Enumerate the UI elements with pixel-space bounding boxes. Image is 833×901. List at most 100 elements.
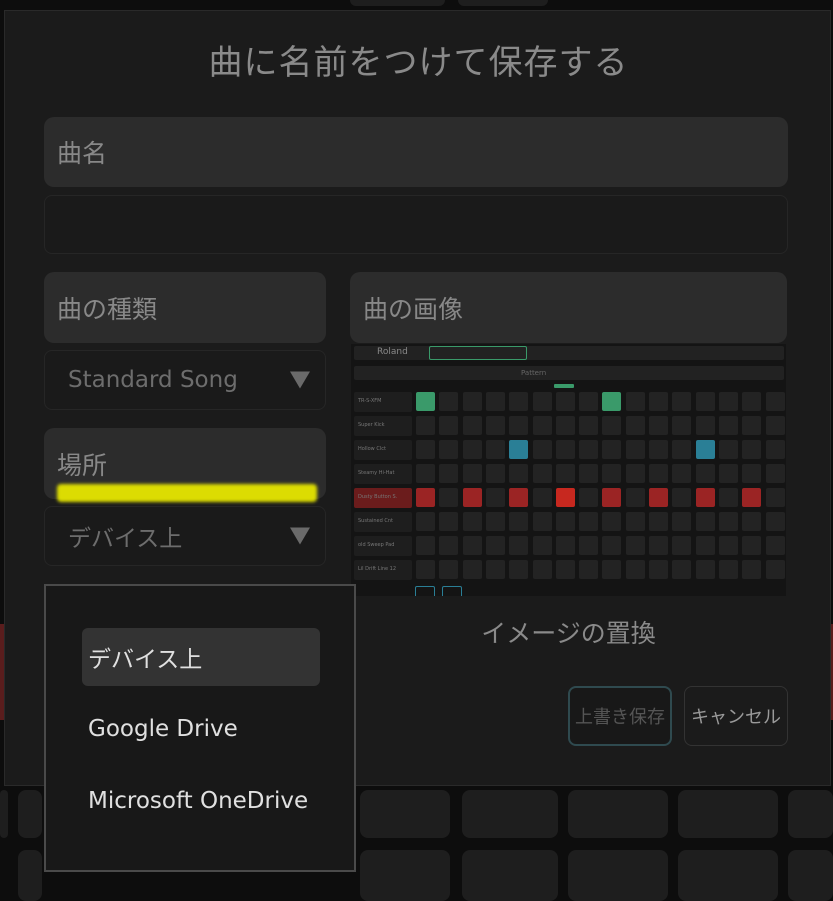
thumb-pattern-step xyxy=(532,488,552,507)
thumb-pattern-step xyxy=(485,440,505,459)
thumb-pattern-step xyxy=(439,464,459,483)
thumb-pattern-step xyxy=(532,560,552,579)
thumb-pattern-step xyxy=(462,560,482,579)
thumb-playhead xyxy=(554,384,574,388)
thumb-pattern-step xyxy=(439,512,459,531)
thumb-pattern-step xyxy=(742,440,762,459)
location-dropdown-menu: デバイス上 Google Drive Microsoft OneDrive xyxy=(44,584,356,872)
thumb-pattern-step xyxy=(695,488,715,507)
thumb-pattern-step xyxy=(742,512,762,531)
thumb-pattern-step xyxy=(579,392,599,411)
thumb-track-label: Sustained Cnt xyxy=(358,518,393,524)
thumb-pattern-step xyxy=(462,464,482,483)
thumb-pattern-step xyxy=(416,464,435,483)
thumb-track-label: Lil Drift Line 12 xyxy=(358,566,397,572)
thumb-top-bar xyxy=(354,346,784,360)
thumb-pattern-step xyxy=(555,440,575,459)
thumb-pattern-step xyxy=(765,536,785,555)
thumb-pattern-step xyxy=(742,560,762,579)
thumb-pattern-step xyxy=(509,512,529,531)
dropdown-arrow-icon xyxy=(290,371,310,389)
location-value: デバイス上 xyxy=(68,526,183,552)
location-option-onedrive[interactable]: Microsoft OneDrive xyxy=(82,772,320,830)
thumb-pattern-step xyxy=(718,560,738,579)
thumb-pattern-step xyxy=(555,512,575,531)
song-type-select[interactable]: Standard Song xyxy=(44,350,326,410)
thumb-pattern-step xyxy=(625,512,645,531)
background-pad xyxy=(360,850,450,901)
thumb-pattern-step xyxy=(555,464,575,483)
overwrite-save-button[interactable]: 上書き保存 xyxy=(568,686,672,746)
thumb-pattern-step xyxy=(672,512,692,531)
thumb-pattern-step xyxy=(672,488,692,507)
thumb-pattern-step xyxy=(485,536,505,555)
thumb-track-label: Super Kick xyxy=(358,422,385,428)
thumb-pattern-step xyxy=(649,560,668,579)
song-type-label: 曲の種類 xyxy=(44,272,326,343)
background-pad xyxy=(568,850,668,901)
replace-image-button[interactable]: イメージの置換 xyxy=(350,614,787,650)
location-option-google-drive[interactable]: Google Drive xyxy=(82,700,320,758)
thumb-pattern-step xyxy=(718,416,738,435)
location-option-device[interactable]: デバイス上 xyxy=(82,628,320,686)
thumb-pattern-step xyxy=(485,488,505,507)
thumb-pattern-step xyxy=(672,392,692,411)
thumb-pattern-step xyxy=(765,392,785,411)
thumb-pattern-step xyxy=(555,560,575,579)
thumb-pattern-step xyxy=(509,416,529,435)
thumb-pattern-step xyxy=(416,536,435,555)
dialog-title: 曲に名前をつけて保存する xyxy=(208,43,629,83)
thumb-pattern-step xyxy=(625,416,645,435)
thumb-pattern-step xyxy=(485,560,505,579)
thumb-pattern-step xyxy=(462,488,482,507)
thumb-pattern-step xyxy=(579,488,599,507)
thumb-pattern-step xyxy=(485,464,505,483)
thumb-pattern-step xyxy=(555,416,575,435)
thumb-pattern-step xyxy=(509,560,529,579)
thumb-pattern-step xyxy=(439,536,459,555)
thumb-pattern-step xyxy=(416,392,435,411)
thumb-pattern-step xyxy=(532,416,552,435)
thumb-pattern-step xyxy=(532,392,552,411)
thumb-pattern-step xyxy=(718,392,738,411)
thumb-pattern-step xyxy=(532,536,552,555)
thumb-pattern-step xyxy=(625,440,645,459)
thumb-track-label: TR-S-XFM xyxy=(358,398,382,404)
song-image-thumbnail: Roland Pattern TR-S-XFM Super Kick Hollow … xyxy=(351,344,786,596)
thumb-pattern-step xyxy=(765,440,785,459)
thumb-pattern-step xyxy=(649,464,668,483)
thumb-pattern-step xyxy=(416,416,435,435)
thumb-pattern-step xyxy=(485,512,505,531)
thumb-pattern-step xyxy=(532,440,552,459)
thumb-pattern-step xyxy=(672,560,692,579)
thumb-pattern-step xyxy=(509,440,529,459)
thumb-pattern-step xyxy=(718,536,738,555)
thumb-pattern-step xyxy=(695,416,715,435)
thumb-pattern-step xyxy=(485,416,505,435)
location-select[interactable]: デバイス上 xyxy=(44,506,326,566)
thumb-pattern-step xyxy=(602,536,622,555)
thumb-pattern-step xyxy=(602,512,622,531)
thumb-pattern-step xyxy=(462,512,482,531)
thumb-pattern-step xyxy=(439,416,459,435)
thumb-track-label: Hollow Clct xyxy=(358,446,386,452)
thumb-pattern-step xyxy=(742,488,762,507)
thumb-pattern-step xyxy=(555,488,575,507)
thumb-pattern-step xyxy=(509,488,529,507)
cancel-button[interactable]: キャンセル xyxy=(684,686,788,746)
thumb-pattern-step xyxy=(555,536,575,555)
song-image-label: 曲の画像 xyxy=(350,272,787,343)
thumb-pattern-step xyxy=(579,512,599,531)
thumb-track-label: Steamy Hi-Hat xyxy=(358,470,395,476)
thumb-pattern-step xyxy=(602,416,622,435)
thumb-pattern-step xyxy=(649,416,668,435)
thumb-pattern-step xyxy=(649,488,668,507)
background-pad xyxy=(18,850,42,901)
song-name-input[interactable] xyxy=(44,195,788,254)
thumb-pattern-step xyxy=(579,464,599,483)
thumb-pattern-step xyxy=(602,392,622,411)
thumb-pattern-step xyxy=(742,464,762,483)
background-pad xyxy=(18,790,42,838)
background-pad xyxy=(462,790,558,838)
thumb-bottom-box xyxy=(442,586,462,596)
